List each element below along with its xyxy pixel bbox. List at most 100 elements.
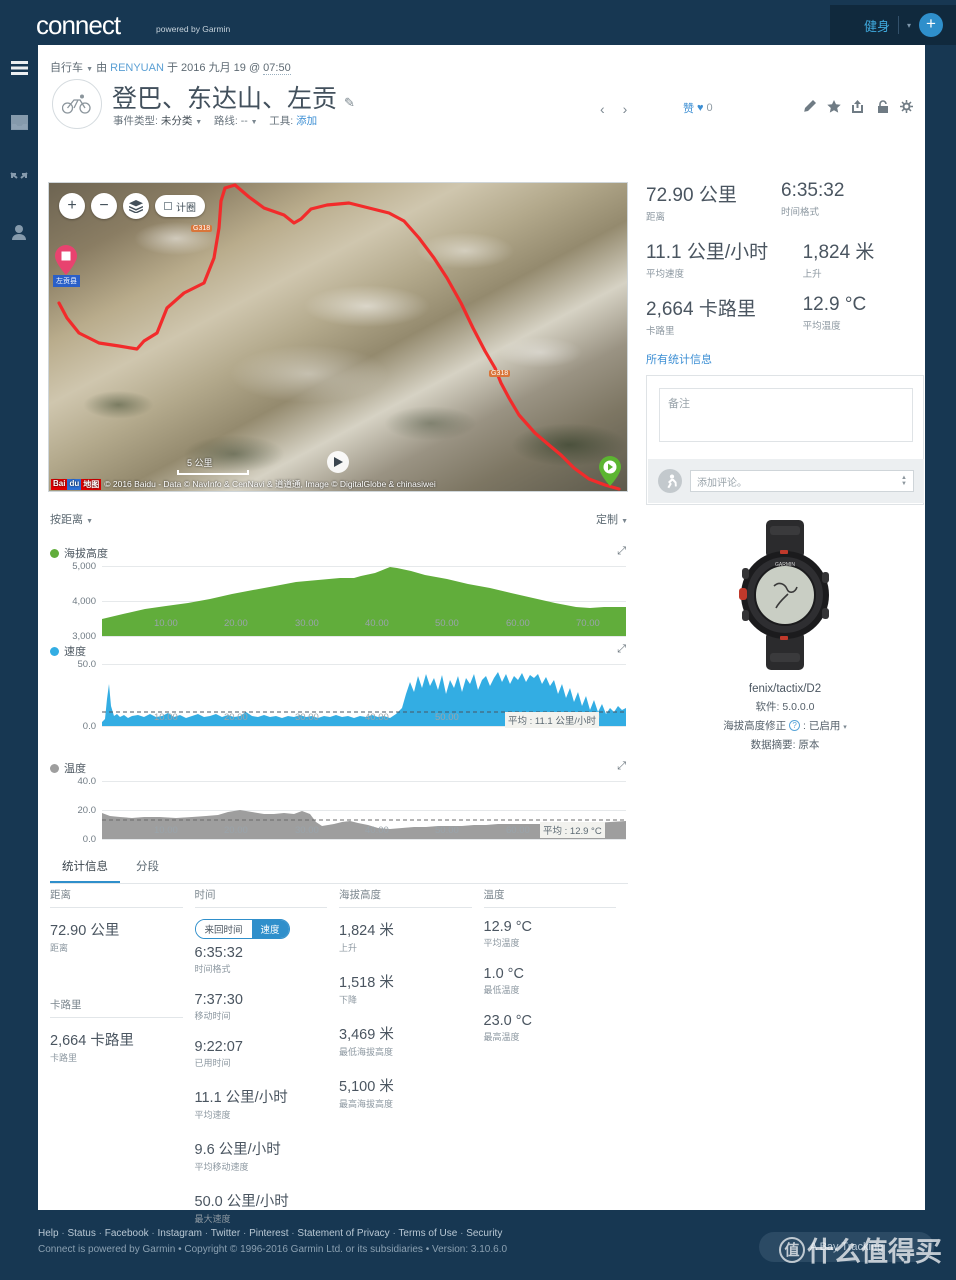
stat-item: 9:22:07 已用时间 — [195, 1039, 328, 1069]
sidebar-item-inbox[interactable] — [0, 100, 38, 145]
zoom-out-button[interactable]: − — [91, 193, 117, 219]
expand-icon[interactable]: ⤢ — [617, 760, 626, 773]
measure-label: 计圈 — [176, 202, 196, 214]
software-label: 软件: — [755, 701, 780, 713]
checkbox-icon[interactable] — [164, 202, 172, 210]
activity-title-text[interactable]: 登巴、东达山、左贡 — [112, 85, 337, 113]
sidebar-item-menu[interactable] — [0, 45, 38, 90]
footer-link-instagram[interactable]: Instagram — [158, 1228, 202, 1239]
tab-splits[interactable]: 分段 — [124, 850, 171, 883]
chevron-down-icon[interactable]: ▼ — [251, 119, 258, 126]
chevron-down-icon[interactable]: ▼ — [86, 66, 93, 73]
tab-statistics[interactable]: 统计信息 — [50, 850, 120, 883]
chevron-down-icon[interactable]: ▾ — [899, 21, 919, 30]
average-annotation: 平均 : 11.1 公里/小时 — [505, 712, 599, 728]
expand-icon[interactable]: ⤢ — [617, 545, 626, 558]
all-stats-link[interactable]: 所有统计信息 — [646, 351, 916, 367]
stat-label: 已用时间 — [194, 1058, 231, 1068]
comment-bar: 添加评论。 ▲ ▼ — [648, 459, 924, 503]
sidebar-item-profile[interactable] — [0, 210, 38, 255]
play-animation-button[interactable] — [327, 451, 349, 473]
activity-time[interactable]: 07:50 — [263, 62, 291, 75]
comment-input[interactable]: 添加评论。 ▲ ▼ — [690, 470, 914, 492]
activity-date: 2016 九月 19 — [181, 62, 246, 74]
zoom-in-button[interactable]: + — [59, 193, 85, 219]
star-icon[interactable] — [827, 100, 841, 113]
fitness-menu-button[interactable]: 健身 — [850, 16, 898, 35]
notes-textarea[interactable]: 备注 — [659, 388, 913, 442]
share-icon[interactable] — [852, 100, 866, 113]
stat-label: 时间格式 — [781, 207, 820, 218]
stat-avg-temp: 12.9 °C 平均温度 — [803, 294, 916, 337]
chart-legend: 海拔高度 — [50, 545, 628, 561]
route-value[interactable]: -- — [241, 115, 248, 127]
chart-speed: 速度 ⤢ 50.0 0.0 10.00 20.00 30.00 40.00 50… — [50, 643, 628, 734]
elevation-area — [102, 567, 626, 636]
like-group[interactable]: 赞 ♥ 0 — [683, 100, 713, 116]
add-button[interactable]: + — [919, 13, 943, 37]
baidu-logo-c: 地图 — [81, 478, 102, 490]
left-rail — [0, 45, 38, 1235]
start-marker[interactable] — [55, 245, 77, 275]
map-scale-bar — [177, 470, 249, 475]
activity-user[interactable]: RENYUAN — [110, 62, 164, 74]
customize-dropdown[interactable]: 定制 ▼ — [596, 511, 628, 527]
column-header: 距离 — [50, 887, 183, 908]
stat-label: 最低海拔高度 — [339, 1047, 394, 1057]
chevron-down-icon[interactable]: ▼ — [195, 119, 202, 126]
chevron-down-icon: ▼ — [86, 518, 93, 525]
footer-link-privacy[interactable]: Statement of Privacy — [297, 1228, 389, 1239]
plot-area: 5,000 4,000 3,000 10.00 20.00 30.00 40.0… — [50, 561, 628, 642]
y-tick: 0.0 — [82, 834, 96, 845]
footer-link-twitter[interactable]: Twitter — [211, 1228, 240, 1239]
stat-item: 1,824 米 上升 — [339, 919, 472, 954]
time-speed-toggle[interactable]: 来回时间 速度 — [194, 919, 290, 939]
heart-icon[interactable]: ♥ — [697, 102, 704, 114]
edit-title-pencil-icon[interactable]: ✎ — [344, 95, 355, 110]
top-right-group: 健身 ▾ + — [830, 5, 956, 45]
event-type-value[interactable]: 未分类 — [161, 115, 193, 127]
like-label[interactable]: 赞 — [683, 100, 694, 116]
stats-column-time: 时间 来回时间 速度 6:35:32 时间格式 7:37:30 移动时间 9:2… — [194, 887, 340, 1242]
x-tick: 30.00 — [295, 618, 319, 629]
elev-correction-value[interactable]: : 已启用 — [803, 720, 840, 732]
toggle-option-speed[interactable]: 速度 — [251, 920, 289, 938]
x-tick: 20.00 — [224, 618, 248, 629]
legend-dot-icon — [50, 548, 59, 558]
toggle-option-time[interactable]: 来回时间 — [195, 920, 252, 938]
stepper-icon[interactable]: ▲ ▼ — [901, 475, 907, 487]
by-prefix: 由 — [96, 62, 108, 74]
sidebar-item-connections[interactable] — [0, 155, 38, 200]
pencil-icon[interactable] — [803, 100, 816, 113]
activity-map[interactable]: G318 G318 左贡县 + − 计圈 5 公里 Bai du 地图 © 20… — [48, 182, 628, 492]
map-scale-label: 5 公里 — [187, 458, 213, 468]
footer-link-security[interactable]: Security — [466, 1228, 502, 1239]
x-axis-mode-dropdown[interactable]: 按距离 ▼ — [50, 511, 93, 527]
inbox-icon — [10, 115, 28, 130]
next-activity-button[interactable]: › — [616, 101, 635, 117]
gear-icon[interactable] — [900, 100, 913, 113]
measure-toggle[interactable]: 计圈 — [155, 195, 205, 217]
chevron-down-icon[interactable]: ▾ — [843, 724, 847, 731]
device-panel: GARMIN fenix/tactix/D2 软件: 5.0.0.0 海拔高度修… — [646, 520, 924, 752]
connect-logo[interactable]: connect — [36, 10, 121, 41]
stat-value: 9:22:07 — [194, 1039, 243, 1055]
stat-label: 上升 — [802, 269, 822, 280]
footer-link-status[interactable]: Status — [67, 1228, 95, 1239]
activity-type[interactable]: 自行车 — [50, 62, 83, 74]
footer-link-facebook[interactable]: Facebook — [105, 1228, 149, 1239]
layers-button[interactable] — [123, 193, 149, 219]
footer-link-pinterest[interactable]: Pinterest — [249, 1228, 288, 1239]
legend-label: 海拔高度 — [64, 548, 108, 560]
stat-value: 12.9 °C — [483, 919, 533, 935]
lock-icon[interactable] — [877, 100, 889, 113]
x-tick: 50.00 — [435, 712, 459, 723]
logo-tagline: powered by Garmin — [156, 24, 231, 34]
tools-add-link[interactable]: 添加 — [296, 115, 317, 127]
prev-activity-button[interactable]: ‹ — [593, 101, 612, 117]
help-icon[interactable]: ? — [789, 720, 801, 731]
expand-icon[interactable]: ⤢ — [617, 643, 626, 656]
footer-link-terms[interactable]: Terms of Use — [398, 1228, 457, 1239]
chart-elevation: 海拔高度 ⤢ 5,000 4,000 3,000 10.00 20.00 30.… — [50, 545, 628, 642]
footer-link-help[interactable]: Help — [38, 1228, 59, 1239]
